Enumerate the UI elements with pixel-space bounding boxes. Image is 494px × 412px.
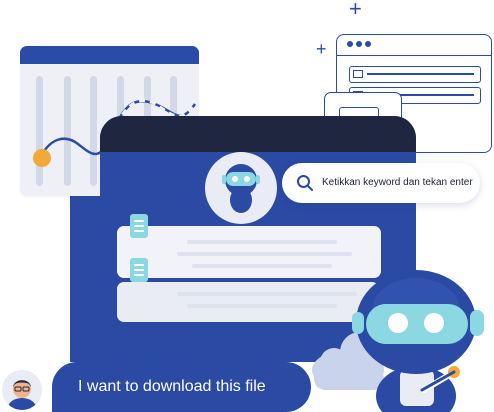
list-row bbox=[349, 66, 481, 83]
robot-avatar-icon bbox=[205, 152, 277, 224]
search-input[interactable]: Ketikkan keyword dan tekan enter bbox=[322, 177, 473, 188]
chat-message-bubble: I want to download this file bbox=[52, 362, 311, 412]
window-titlebar bbox=[100, 116, 416, 152]
document-icon[interactable] bbox=[130, 258, 148, 282]
search-bar[interactable]: Ketikkan keyword dan tekan enter bbox=[282, 163, 480, 203]
search-icon bbox=[297, 175, 313, 191]
document-icon[interactable] bbox=[130, 214, 148, 238]
chat-message-text: I want to download this file bbox=[78, 378, 266, 395]
plus-icon: + bbox=[316, 39, 327, 59]
user-avatar-icon bbox=[2, 370, 42, 410]
robot-mascot-icon bbox=[312, 270, 484, 412]
plus-icon: + bbox=[349, 0, 362, 21]
